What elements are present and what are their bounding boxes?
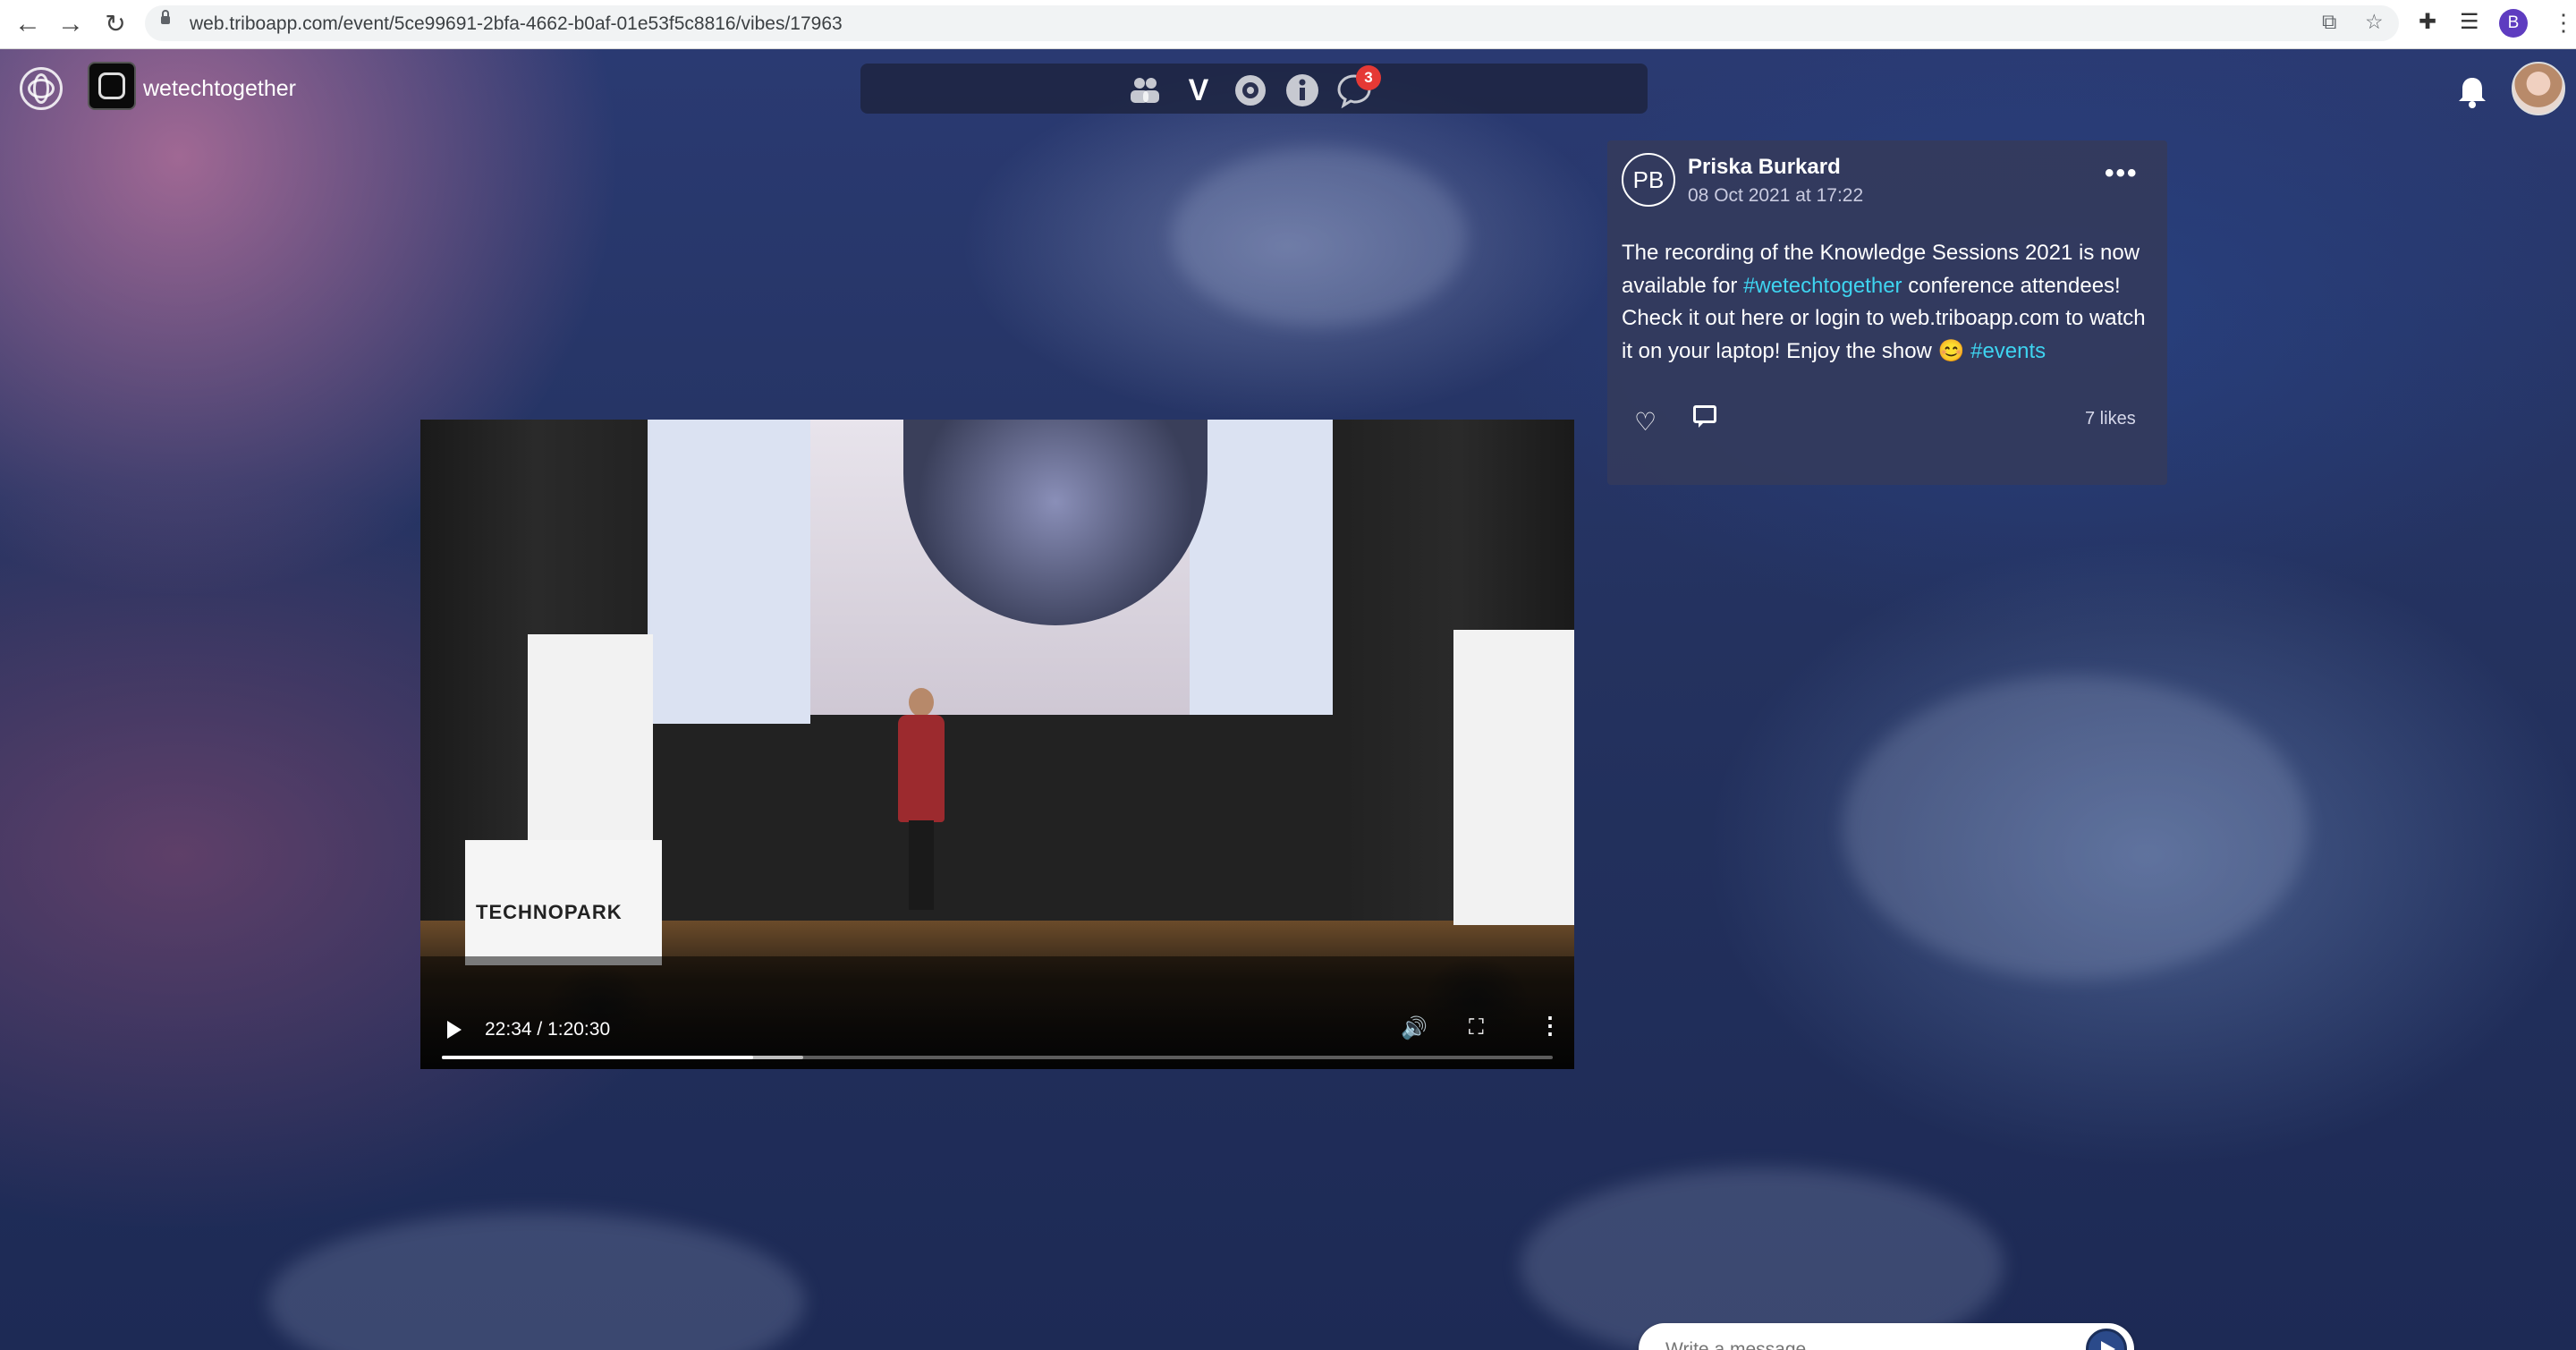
back-arrow-icon[interactable]: ← (13, 9, 43, 39)
lock-icon (161, 10, 170, 24)
forward-arrow-icon[interactable]: → (55, 9, 86, 39)
reading-list-icon[interactable]: ☰ (2460, 9, 2479, 35)
video-frame-banner (1453, 630, 1574, 925)
volume-icon[interactable]: 🔊 (1401, 1015, 1428, 1041)
user-avatar[interactable] (2512, 62, 2565, 115)
message-input[interactable] (1664, 1336, 2061, 1350)
video-played-fill (442, 1056, 753, 1059)
video-progress-bar[interactable] (442, 1056, 1553, 1059)
community-name[interactable]: wetechtogether (143, 76, 296, 102)
video-more-icon[interactable]: ⋮ (1538, 1012, 1562, 1040)
chat-badge: 3 (1356, 65, 1381, 90)
comment-icon[interactable] (1693, 405, 1716, 428)
app-stage: wetechtogether V 3 TECHNOPARK 22:34 / 1:… (0, 49, 2576, 1350)
post-card: PB Priska Burkard 08 Oct 2021 at 17:22 •… (1607, 140, 2167, 485)
podium-label: TECHNOPARK (476, 901, 623, 923)
send-icon[interactable] (2086, 1329, 2127, 1350)
video-controls: 22:34 / 1:20:30 🔊 ⛶ ⋮ (420, 992, 1574, 1069)
bookmark-star-icon[interactable]: ☆ (2365, 10, 2384, 34)
eye-icon[interactable] (1233, 72, 1268, 108)
browser-toolbar: ← → ↻ web.triboapp.com/event/5ce99691-2b… (0, 0, 2576, 49)
likes-count[interactable]: 7 likes (2085, 409, 2136, 429)
bell-icon[interactable] (2454, 74, 2490, 110)
tribo-logo-icon[interactable] (20, 67, 63, 110)
hashtag-link[interactable]: #events (1970, 339, 2046, 363)
url-text[interactable]: web.triboapp.com/event/5ce99691-2bfa-466… (190, 13, 843, 35)
browser-menu-icon[interactable]: ⋮ (2552, 9, 2575, 37)
community-avatar[interactable] (88, 62, 136, 110)
event-nav-bar: V (860, 64, 1648, 114)
post-date: 08 Oct 2021 at 17:22 (1688, 185, 1864, 206)
heart-icon[interactable]: ♡ (1634, 407, 1657, 437)
address-bar[interactable]: web.triboapp.com/event/5ce99691-2bfa-466… (145, 5, 2399, 41)
video-frame-speaker (894, 688, 948, 912)
browser-profile-avatar[interactable]: B (2499, 9, 2528, 38)
play-icon[interactable] (447, 1021, 462, 1039)
video-player[interactable]: TECHNOPARK 22:34 / 1:20:30 🔊 ⛶ ⋮ (420, 420, 1574, 1069)
extensions-puzzle-icon[interactable]: ✚ (2419, 9, 2436, 35)
reload-icon[interactable]: ↻ (100, 9, 131, 39)
translate-icon[interactable]: ⧉ (2322, 10, 2336, 34)
author-avatar[interactable]: PB (1622, 153, 1675, 207)
post-author[interactable]: Priska Burkard (1688, 155, 1841, 180)
post-options-icon[interactable]: ••• (2105, 158, 2139, 189)
message-composer (1639, 1323, 2134, 1350)
people-icon[interactable] (1127, 72, 1163, 108)
video-time: 22:34 / 1:20:30 (485, 1019, 611, 1040)
fullscreen-icon[interactable]: ⛶ (1469, 1015, 1484, 1040)
v-icon[interactable]: V (1181, 72, 1216, 108)
hashtag-link[interactable]: #wetechtogether (1743, 274, 1902, 298)
post-text: The recording of the Knowledge Sessions … (1622, 237, 2158, 368)
info-icon[interactable] (1284, 72, 1320, 108)
